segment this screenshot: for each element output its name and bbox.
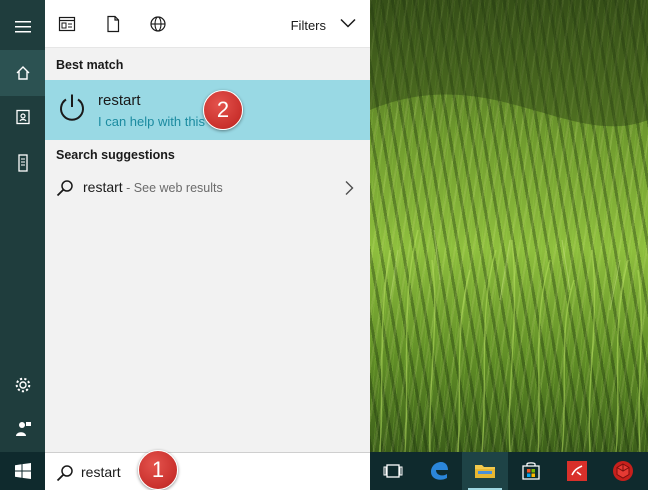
device-icon (17, 154, 28, 172)
home-button[interactable] (0, 50, 45, 96)
desktop-wallpaper (370, 0, 648, 452)
filter-bar: Filters (45, 0, 370, 48)
file-explorer-icon (475, 465, 495, 478)
best-match-subtitle[interactable]: I can help with this (98, 114, 205, 129)
suggestion-hint: - See web results (122, 181, 223, 195)
annotation-badge-2: 2 (203, 90, 243, 130)
start-menu-rail (0, 0, 45, 452)
web-suggestion-item[interactable]: restart - See web results (45, 172, 370, 204)
edge-icon (431, 462, 448, 480)
home-icon (16, 66, 29, 80)
suggestion-text: restart - See web results (83, 179, 223, 195)
task-view-button[interactable] (370, 452, 416, 490)
device-button[interactable] (0, 140, 45, 186)
web-filter-button[interactable] (149, 15, 169, 35)
store-button[interactable] (508, 452, 554, 490)
task-view-icon (383, 464, 403, 478)
grass-artwork (370, 0, 648, 452)
feedback-button[interactable] (0, 406, 45, 452)
red-app-button[interactable] (554, 452, 600, 490)
documents-filter-icon (107, 15, 120, 33)
search-icon (56, 180, 73, 197)
store-icon (522, 462, 540, 480)
menu-expand-button[interactable] (0, 4, 45, 50)
search-suggestions-heading: Search suggestions (56, 148, 175, 162)
best-match-heading: Best match (56, 58, 124, 72)
search-results-panel: Filters Best match restart I can help wi… (45, 0, 370, 452)
annotation-badge-1: 1 (138, 450, 178, 490)
power-icon (60, 94, 84, 121)
notebook-button[interactable] (0, 94, 45, 140)
start-button[interactable] (0, 452, 45, 490)
filters-dropdown-label[interactable]: Filters (291, 18, 326, 33)
chevron-down-icon[interactable] (340, 18, 356, 28)
start-icon (14, 463, 31, 479)
best-match-result[interactable]: restart I can help with this 2 (45, 80, 370, 140)
apps-filter-button[interactable] (58, 15, 78, 35)
notebook-icon (15, 109, 30, 125)
settings-icon (15, 377, 30, 393)
feedback-icon (15, 422, 31, 436)
best-match-title: restart (98, 92, 141, 109)
file-explorer-button[interactable] (462, 452, 508, 490)
apps-filter-icon (58, 16, 76, 32)
cube-app-button[interactable] (600, 452, 646, 490)
app-cube-icon (613, 461, 633, 481)
documents-filter-button[interactable] (104, 15, 124, 35)
edge-browser-button[interactable] (416, 452, 462, 490)
suggestion-query: restart (83, 179, 123, 195)
web-filter-icon (150, 16, 166, 32)
app-red-icon (567, 461, 587, 481)
taskbar-search-box[interactable]: 1 (45, 450, 370, 490)
chevron-right-icon[interactable] (344, 180, 354, 196)
hamburger-icon (14, 21, 31, 33)
search-icon (56, 465, 73, 482)
search-input[interactable] (81, 461, 331, 483)
settings-button[interactable] (0, 362, 45, 408)
taskbar: 1 (0, 450, 648, 490)
